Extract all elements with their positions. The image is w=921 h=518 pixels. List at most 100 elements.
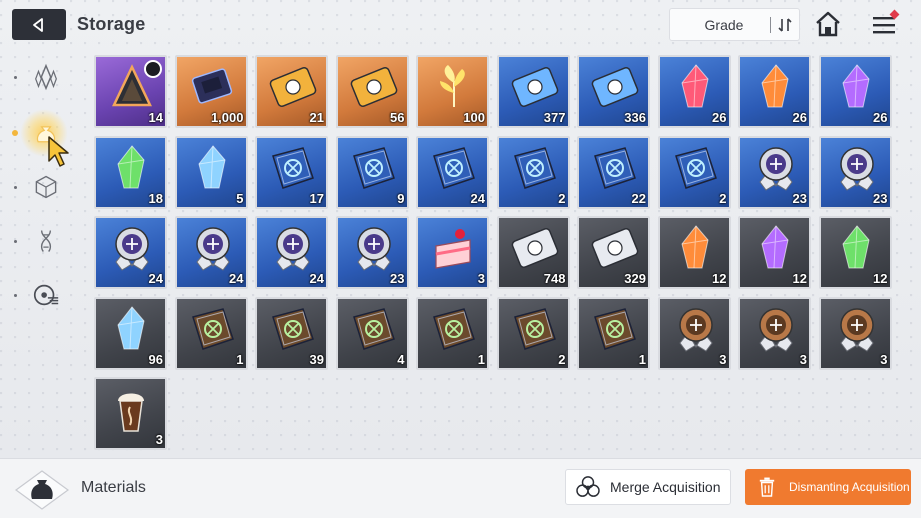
item-quantity: 1: [236, 351, 244, 367]
inventory-slot[interactable]: 3: [657, 296, 731, 370]
green-crystal-icon: [117, 144, 145, 188]
silver-medal-eye-icon: [115, 227, 149, 271]
inventory-slot[interactable]: 14: [94, 55, 167, 128]
inventory-slot[interactable]: 24: [416, 135, 489, 209]
inventory-slot[interactable]: 2: [657, 135, 731, 209]
inventory-slot[interactable]: 24: [174, 216, 248, 289]
item-quantity: 3: [155, 432, 163, 447]
blue-book-target-icon: [674, 146, 717, 189]
trash-icon: [745, 477, 789, 497]
menu-button[interactable]: [870, 9, 900, 40]
inventory-slot[interactable]: 5: [174, 135, 248, 209]
inventory-slot[interactable]: 12: [738, 216, 811, 289]
inventory-slot[interactable]: 23: [738, 135, 811, 209]
inventory-slot[interactable]: 4: [335, 296, 409, 370]
sidebar-dot: [14, 185, 17, 189]
inventory-slot[interactable]: 748: [496, 216, 570, 289]
inventory-slot[interactable]: 2: [496, 296, 570, 370]
item-quantity: 9: [397, 190, 405, 206]
inventory-slot[interactable]: 12: [657, 216, 731, 289]
golden-sprout-icon: [440, 65, 465, 107]
pointer-cursor-icon: [48, 136, 69, 167]
sidebar-item-crystals[interactable]: [0, 55, 80, 99]
inventory-slot[interactable]: 9: [335, 135, 409, 209]
inventory-slot[interactable]: 1,000: [174, 55, 248, 128]
sidebar-item-cubes[interactable]: [0, 165, 80, 209]
merge-icon: [566, 476, 610, 498]
inventory-slot[interactable]: 26: [738, 55, 811, 128]
inventory-slot[interactable]: 3: [416, 216, 489, 289]
inventory-slot[interactable]: 24: [255, 216, 328, 289]
dull-blue-crystal-icon: [117, 305, 145, 349]
inventory-slot[interactable]: 24: [94, 216, 167, 289]
home-icon: [816, 11, 840, 37]
silver-medal-wing-icon: [195, 227, 230, 271]
inventory-slot[interactable]: 23: [818, 135, 892, 209]
inventory-slot[interactable]: 1: [416, 296, 489, 370]
blue-book-bolt-icon: [594, 146, 636, 189]
red-crystal-icon: [680, 64, 709, 108]
inventory-slot[interactable]: 2: [496, 135, 570, 209]
brown-book-target-icon: [594, 307, 636, 350]
silver-medal-bolt-icon: [276, 227, 310, 271]
inventory-slot[interactable]: 26: [657, 55, 731, 128]
inventory-slot[interactable]: 3: [818, 296, 892, 370]
merge-acquisition-button[interactable]: Merge Acquisition: [565, 469, 731, 505]
inventory-slot[interactable]: 3: [738, 296, 811, 370]
sidebar-active-dot: [12, 130, 18, 136]
inventory-slot[interactable]: 12: [818, 216, 892, 289]
inventory-slot[interactable]: 21: [255, 55, 328, 128]
blue-book-swords-icon: [272, 146, 314, 189]
inventory-slot[interactable]: 96: [94, 296, 167, 370]
inventory-slot[interactable]: 22: [577, 135, 650, 209]
home-button[interactable]: [814, 10, 842, 38]
inventory-slot[interactable]: 56: [335, 55, 409, 128]
crystal-icon: [30, 61, 62, 93]
inventory-slot[interactable]: 100: [416, 55, 489, 128]
inventory-slot[interactable]: 1: [174, 296, 248, 370]
blue-crystal-icon: [197, 144, 226, 188]
inventory-slot[interactable]: 23: [335, 216, 409, 289]
inventory-slot[interactable]: 26: [818, 55, 892, 128]
cube-icon: [30, 171, 62, 203]
inventory-slot[interactable]: 39: [255, 296, 328, 370]
gold-ticket-icon: [269, 66, 317, 108]
item-quantity: 3: [477, 271, 485, 286]
item-quantity: 21: [309, 110, 324, 125]
blue-book-shield-icon: [352, 146, 395, 189]
silver-profile-ticket-icon: [511, 227, 558, 269]
item-quantity: 1: [477, 351, 485, 367]
sidebar-item-modules[interactable]: [0, 273, 80, 317]
brown-book-bolt-icon: [513, 307, 556, 350]
back-button[interactable]: [12, 9, 66, 40]
item-quantity: 12: [873, 271, 888, 286]
inventory-slot[interactable]: 17: [255, 135, 328, 209]
dismantle-label: Dismanting Acquisition: [789, 480, 910, 494]
item-quantity: 23: [390, 271, 405, 286]
brown-book-swords-icon: [191, 307, 234, 350]
dismantle-acquisition-button[interactable]: Dismanting Acquisition: [745, 469, 911, 505]
sort-order-icon[interactable]: [771, 17, 799, 33]
sort-dropdown[interactable]: Grade: [669, 8, 800, 41]
brown-book-shield-icon: [272, 307, 314, 350]
item-quantity: 24: [148, 271, 163, 286]
inventory-slot[interactable]: 3: [94, 377, 167, 450]
dull-orange-crystal-icon: [680, 225, 709, 269]
item-quantity: 5: [236, 190, 244, 206]
dna-icon: [30, 225, 62, 257]
item-quantity: 56: [390, 110, 405, 125]
inventory-slot[interactable]: 18: [94, 135, 167, 209]
gold-compass-ticket-icon: [350, 66, 397, 108]
inventory-slot[interactable]: 1: [577, 296, 650, 370]
sidebar-item-genes[interactable]: [0, 219, 80, 263]
item-quantity: 12: [712, 271, 727, 286]
blue-book-eye-icon: [433, 146, 475, 189]
inventory-slot[interactable]: 336: [577, 55, 650, 128]
item-quantity: 23: [873, 190, 888, 206]
sidebar-dot: [14, 293, 17, 297]
inventory-slot[interactable]: 329: [577, 216, 650, 289]
inventory-slot[interactable]: 377: [496, 55, 570, 128]
blue-profile-ticket-icon: [511, 66, 558, 108]
item-quantity: 1: [638, 351, 646, 367]
silver-compass-ticket-icon: [591, 227, 639, 269]
